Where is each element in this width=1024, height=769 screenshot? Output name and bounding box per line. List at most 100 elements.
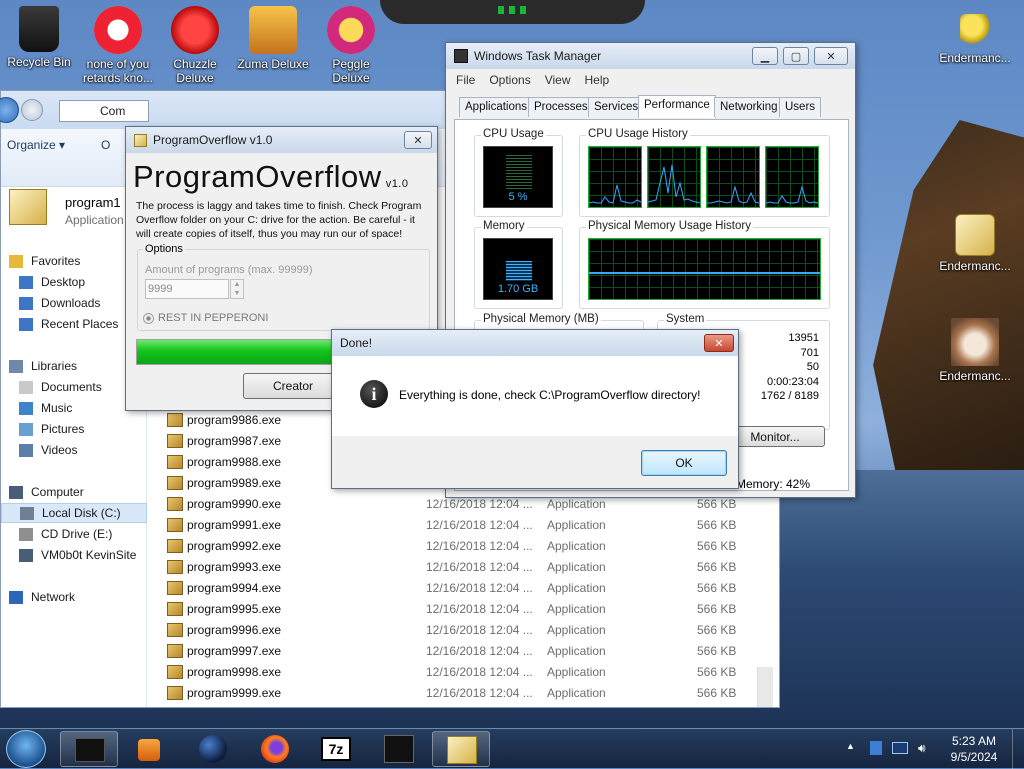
desktop-icon-recycle-bin[interactable]: Recycle Bin <box>0 6 78 69</box>
file-row[interactable]: program9999.exe 12/16/2018 12:04 ... Appli… <box>167 682 767 703</box>
amount-input[interactable]: 9999 <box>145 279 229 299</box>
creator-button[interactable]: Creator <box>243 373 343 399</box>
file-date: 12/16/2018 12:04 ... <box>426 643 533 658</box>
tab-services[interactable]: Services <box>588 97 645 117</box>
maximize-button[interactable]: ▢ <box>783 47 809 65</box>
file-date: 12/16/2018 12:04 ... <box>426 601 533 616</box>
tab-users[interactable]: Users <box>779 97 822 117</box>
tab-applications[interactable]: Applications <box>459 97 534 117</box>
sidebar-item-computer[interactable]: Computer <box>9 482 84 502</box>
sidebar-item-cd-drive-e[interactable]: CD Drive (E:) <box>19 524 112 544</box>
taskbar-item-7zip[interactable]: 7z <box>308 731 366 767</box>
cpu-history-line <box>766 185 818 204</box>
close-button[interactable]: ✕ <box>404 131 432 149</box>
desktop-icon-endermanch-2[interactable]: Endermanc... <box>936 214 1014 273</box>
organize-button[interactable]: Organize ▾ <box>7 138 65 152</box>
media-player-icon <box>138 739 160 761</box>
taskbar-item-globe[interactable] <box>184 731 242 767</box>
task-manager-titlebar: Windows Task Manager ▁ ▢ ✕ <box>446 43 855 69</box>
file-row[interactable]: program9998.exe 12/16/2018 12:04 ... Appli… <box>167 661 767 682</box>
cpu-history-line <box>707 185 759 204</box>
desktop-icon-zuma[interactable]: Zuma Deluxe <box>234 6 312 71</box>
tray-clock[interactable]: 5:23 AM 9/5/2024 <box>944 733 1004 765</box>
key-icon <box>960 14 990 48</box>
desktop-icon-endermanch-3[interactable]: Endermanc... <box>936 318 1014 383</box>
address-input[interactable]: Com <box>59 100 149 122</box>
physical-memory-label: Physical Memory (MB) <box>481 313 601 325</box>
amount-stepper[interactable]: ▲ ▼ <box>230 279 244 299</box>
file-row[interactable]: program9991.exe 12/16/2018 12:04 ... Appli… <box>167 514 767 535</box>
close-button[interactable]: ✕ <box>704 334 734 352</box>
memory-gauge: 1.70 GB <box>483 238 553 300</box>
taskbar-item-task-manager[interactable] <box>60 731 118 767</box>
sidebar-item-downloads[interactable]: Downloads <box>19 293 100 313</box>
sidebar-item-music[interactable]: Music <box>19 398 72 418</box>
menu-help[interactable]: Help <box>585 73 610 87</box>
close-button[interactable]: ✕ <box>814 47 848 65</box>
forward-button[interactable] <box>21 99 43 121</box>
taskbar-item-firefox[interactable] <box>246 731 304 767</box>
network-icon <box>9 590 23 604</box>
sidebar-item-documents[interactable]: Documents <box>19 377 102 397</box>
sidebar-item-label: Videos <box>41 443 78 457</box>
sidebar-item-pictures[interactable]: Pictures <box>19 419 84 439</box>
documents-icon <box>19 380 33 394</box>
sidebar-item-local-disk-c[interactable]: Local Disk (C:) <box>1 503 147 523</box>
desktop-icon-peggle[interactable]: Peggle Deluxe <box>312 6 390 85</box>
chuzzle-icon <box>171 6 219 54</box>
sidebar-item-libraries[interactable]: Libraries <box>9 356 77 376</box>
sidebar-item-recent-places[interactable]: Recent Places <box>19 314 118 334</box>
cpu-history-line <box>648 164 700 204</box>
file-type: Application <box>547 622 606 637</box>
back-button[interactable] <box>0 97 19 123</box>
sidebar-item-vm0b0t-kevinsite[interactable]: VM0b0t KevinSite <box>19 545 136 565</box>
programoverflow-title: ProgramOverflow v1.0 <box>153 133 273 147</box>
task-manager-icon <box>454 49 468 63</box>
file-row[interactable]: program9994.exe 12/16/2018 12:04 ... Appli… <box>167 577 767 598</box>
file-type: Application <box>547 664 606 679</box>
app-icon <box>94 6 142 54</box>
sidebar-item-desktop[interactable]: Desktop <box>19 272 85 292</box>
selected-file-icon <box>9 189 47 225</box>
sidebar-item-favorites[interactable]: Favorites <box>9 251 80 271</box>
menu-view[interactable]: View <box>545 73 571 87</box>
menu-file[interactable]: File <box>456 73 475 87</box>
sidebar-item-videos[interactable]: Videos <box>19 440 77 460</box>
tab-performance[interactable]: Performance <box>638 95 716 118</box>
desktop-icon-endermanch-1[interactable]: Endermanc... <box>936 14 1014 65</box>
file-name: program9992.exe <box>187 538 282 553</box>
tab-processes[interactable]: Processes <box>528 97 594 117</box>
tray-overflow-icon[interactable]: ▲ <box>846 741 855 751</box>
file-type: Application <box>547 643 606 658</box>
file-row[interactable]: program9997.exe 12/16/2018 12:04 ... Appli… <box>167 640 767 661</box>
tray-flag-icon[interactable] <box>870 741 882 755</box>
sidebar-item-network[interactable]: Network <box>9 587 75 607</box>
tab-networking[interactable]: Networking <box>714 97 784 117</box>
taskbar-item-media[interactable] <box>122 731 180 767</box>
taskbar-item-programoverflow[interactable] <box>432 731 490 767</box>
resource-monitor-button[interactable]: Monitor... <box>725 426 825 447</box>
desktop-icon-none[interactable]: none of you retards kno... <box>79 6 157 85</box>
tray-display-icon[interactable] <box>892 742 908 754</box>
ok-button[interactable]: OK <box>641 450 727 476</box>
minimize-button[interactable]: ▁ <box>752 47 778 65</box>
file-row[interactable]: program9992.exe 12/16/2018 12:04 ... Appli… <box>167 535 767 556</box>
file-row[interactable]: program9996.exe 12/16/2018 12:04 ... Appli… <box>167 619 767 640</box>
sidebar-item-label: Documents <box>41 380 102 394</box>
graph-icon <box>384 735 414 763</box>
file-row[interactable]: program9993.exe 12/16/2018 12:04 ... Appli… <box>167 556 767 577</box>
details-pane: program1 Application <box>65 195 124 227</box>
desktop-icon-chuzzle[interactable]: Chuzzle Deluxe <box>156 6 234 85</box>
taskbar-item-monitor[interactable] <box>370 731 428 767</box>
file-row[interactable]: program9995.exe 12/16/2018 12:04 ... Appli… <box>167 598 767 619</box>
menu-options[interactable]: Options <box>489 73 530 87</box>
rest-in-pepperoni-radio[interactable]: REST IN PEPPERONI <box>143 312 268 324</box>
tray-speaker-icon[interactable]: 🔊︎ <box>918 741 926 756</box>
open-button[interactable]: O <box>101 138 110 152</box>
show-desktop-button[interactable] <box>1012 729 1024 769</box>
status-memory: Memory: 42% <box>736 477 811 491</box>
network-drive-icon <box>19 548 33 562</box>
file-date: 12/16/2018 12:04 ... <box>426 580 533 595</box>
start-button[interactable] <box>6 730 46 768</box>
folder-icon <box>447 736 477 764</box>
